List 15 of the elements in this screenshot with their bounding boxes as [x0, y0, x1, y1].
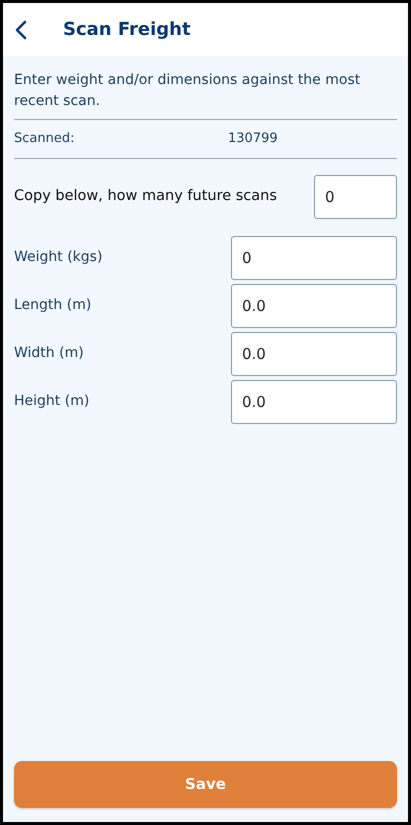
instruction-text: Enter weight and/or dimensions against the most recent scan.: [14, 71, 362, 111]
copy-count-field[interactable]: 0: [314, 174, 397, 218]
input-field[interactable]: 0.0: [231, 380, 397, 424]
field-label: Weight (kgs): [14, 248, 102, 267]
scanned-value: 130799: [228, 130, 278, 148]
input-field[interactable]: 0: [231, 236, 397, 280]
screen-title: Scan Freight: [63, 18, 191, 42]
field-label: Length (m): [14, 296, 92, 315]
scanned-label: Scanned:: [14, 130, 76, 148]
copy-label: Copy below, how many future scans: [14, 186, 277, 206]
input-field[interactable]: 0.0: [231, 284, 397, 328]
back-button[interactable]: [15, 20, 27, 40]
field-label: Height (m): [14, 392, 90, 411]
field-label: Width (m): [14, 344, 84, 363]
input-field[interactable]: 0.0: [231, 332, 397, 376]
